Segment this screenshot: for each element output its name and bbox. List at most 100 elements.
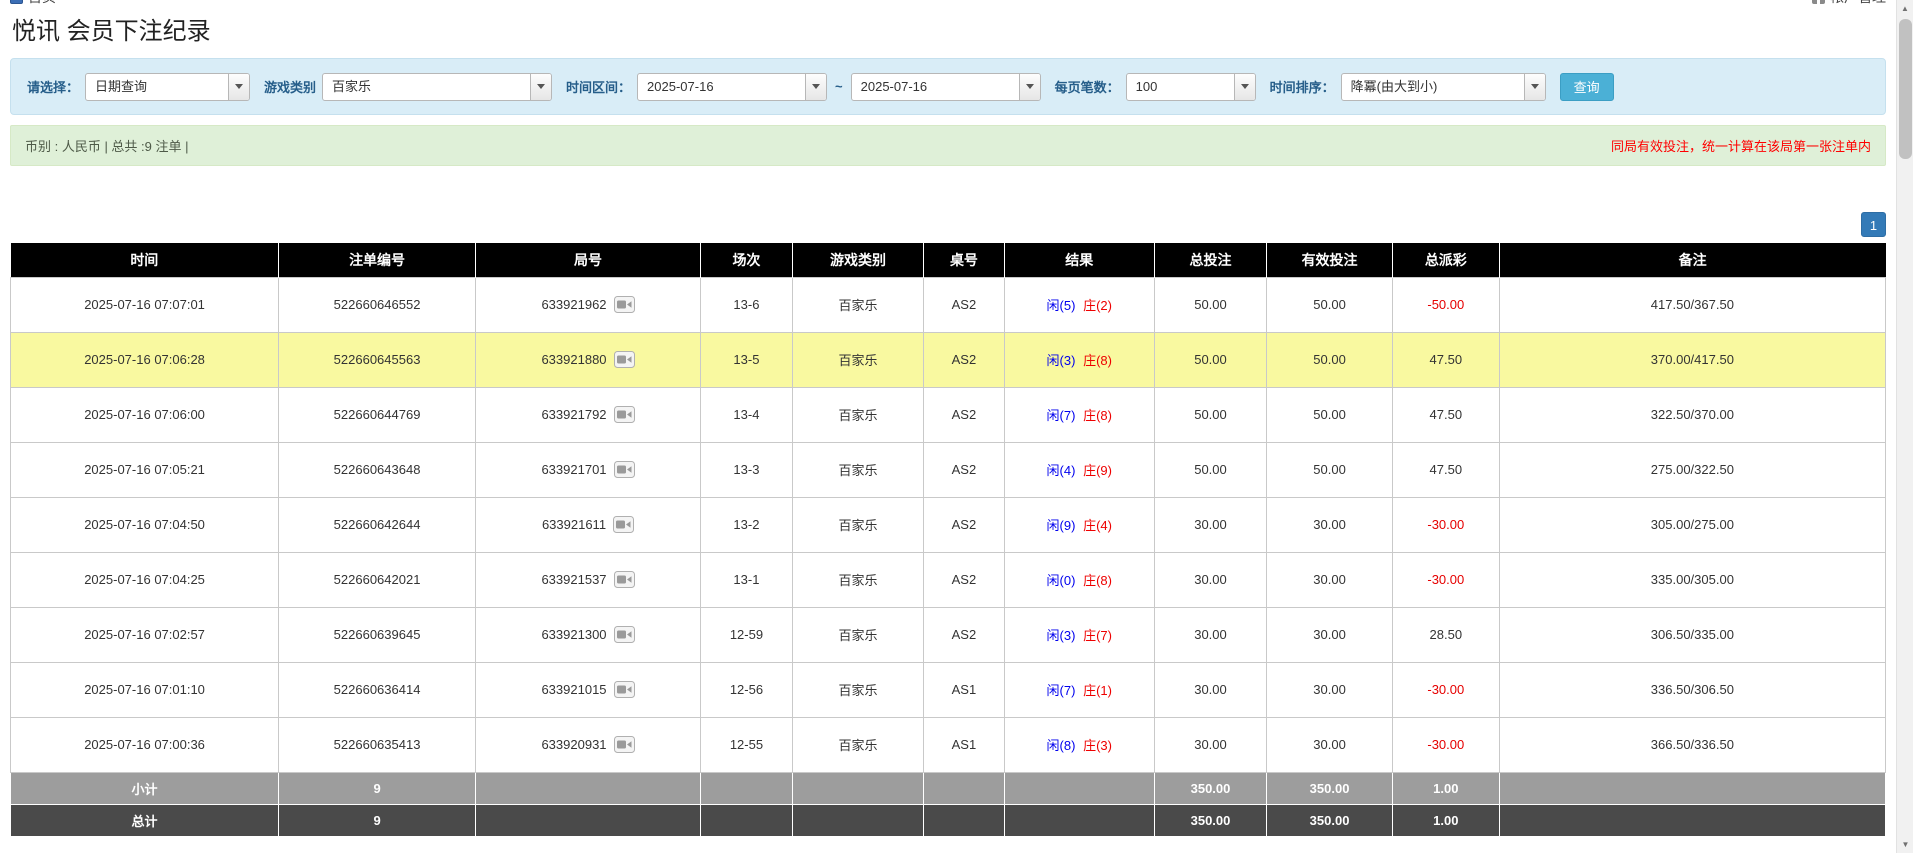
total-bet-link[interactable]: 50.00 (1154, 332, 1267, 387)
cell-bet-id: 522660644769 (279, 387, 476, 442)
date-from-select[interactable]: 2025-07-16 (637, 73, 827, 101)
round-number: 633921962 (541, 297, 606, 312)
search-button[interactable]: 查询 (1560, 73, 1614, 101)
cell-bet-id: 522660639645 (279, 607, 476, 662)
chevron-down-icon[interactable] (1524, 74, 1545, 100)
cell-session: 13-3 (701, 442, 793, 497)
cell-payout: 47.50 (1392, 387, 1499, 442)
total-bet-link[interactable]: 30.00 (1154, 497, 1267, 552)
column-header: 游戏类别 (792, 243, 923, 277)
column-header: 桌号 (924, 243, 1005, 277)
player-result: 闲(7) (1047, 408, 1076, 423)
total-bet-link[interactable]: 50.00 (1154, 277, 1267, 332)
game-replay-icon[interactable] (614, 626, 635, 643)
cell-time: 2025-07-16 07:00:36 (11, 717, 279, 772)
chevron-down-icon[interactable] (530, 74, 551, 100)
select-type-label: 请选择： (27, 77, 79, 96)
summary-bar: 币别 : 人民币 | 总共 :9 注单 | 同局有效投注，统一计算在该局第一张注… (10, 125, 1886, 166)
time-range-label: 时间区间： (566, 77, 631, 96)
filter-bar: 请选择： 日期查询 游戏类别 百家乐 时间区间： 2025-07-16 ~ 20… (10, 58, 1886, 115)
top-right-link[interactable]: 帐户管理 (1830, 0, 1886, 8)
total-bet-link[interactable]: 50.00 (1154, 387, 1267, 442)
table-row: 2025-07-16 07:02:57 522660639645 6339213… (11, 607, 1886, 662)
total-bet-link[interactable]: 30.00 (1154, 662, 1267, 717)
cell-note: 275.00/322.50 (1499, 442, 1885, 497)
banker-result: 庄(8) (1083, 353, 1112, 368)
cell-payout: -30.00 (1392, 552, 1499, 607)
page-size-select[interactable]: 100 (1126, 73, 1256, 101)
scrollbar-thumb[interactable] (1899, 19, 1912, 159)
date-to-select[interactable]: 2025-07-16 (851, 73, 1041, 101)
cell-session: 13-5 (701, 332, 793, 387)
cell-result: 闲(3) 庄(7) (1004, 607, 1154, 662)
game-replay-icon[interactable] (613, 516, 634, 533)
scroll-up-icon[interactable]: ▲ (1897, 0, 1913, 17)
apps-grid-icon[interactable] (1812, 0, 1825, 4)
cell-result: 闲(7) 庄(8) (1004, 387, 1154, 442)
total-bet-link[interactable]: 50.00 (1154, 442, 1267, 497)
game-replay-icon[interactable] (614, 736, 635, 753)
round-number: 633921611 (542, 517, 606, 532)
date-from-value: 2025-07-16 (638, 74, 805, 100)
cell-note: 335.00/305.00 (1499, 552, 1885, 607)
sort-order-select[interactable]: 降冪(由大到小) (1341, 73, 1546, 101)
sort-order-value: 降冪(由大到小) (1342, 74, 1524, 100)
round-number: 633921701 (541, 462, 606, 477)
cell-session: 13-2 (701, 497, 793, 552)
total-bet-link[interactable]: 30.00 (1154, 717, 1267, 772)
top-left-link[interactable]: 首页 (28, 0, 56, 8)
game-replay-icon[interactable] (614, 296, 635, 313)
top-nav-clipped: 首页 帐户管理 (10, 0, 1886, 9)
scroll-down-icon[interactable]: ▼ (1897, 836, 1913, 853)
player-result: 闲(0) (1047, 573, 1076, 588)
game-replay-icon[interactable] (614, 681, 635, 698)
game-replay-icon[interactable] (614, 351, 635, 368)
home-icon[interactable] (10, 0, 23, 4)
table-row: 2025-07-16 07:01:10 522660636414 6339210… (11, 662, 1886, 717)
table-row: 2025-07-16 07:06:28 522660645563 6339218… (11, 332, 1886, 387)
cell-result: 闲(7) 庄(1) (1004, 662, 1154, 717)
cell-payout: 47.50 (1392, 332, 1499, 387)
cell-game-type: 百家乐 (792, 607, 923, 662)
bet-records-table: 时间注单编号局号场次游戏类别桌号结果总投注有效投注总派彩备注 2025-07-1… (10, 243, 1886, 837)
banker-result: 庄(4) (1083, 518, 1112, 533)
banker-result: 庄(1) (1083, 683, 1112, 698)
chevron-down-icon[interactable] (1019, 74, 1040, 100)
date-range-tilde: ~ (835, 79, 843, 94)
banker-result: 庄(7) (1083, 628, 1112, 643)
total-bet-link[interactable]: 30.00 (1154, 607, 1267, 662)
cell-valid-bet: 50.00 (1267, 442, 1393, 497)
total-label: 总计 (11, 804, 279, 836)
pagination: 1 (10, 212, 1886, 237)
sort-order-label: 时间排序： (1270, 77, 1335, 96)
subtotal-valid-bet: 350.00 (1267, 772, 1393, 804)
game-type-select[interactable]: 百家乐 (322, 73, 552, 101)
cell-session: 12-56 (701, 662, 793, 717)
chevron-down-icon[interactable] (805, 74, 826, 100)
cell-round: 633920931 (476, 717, 701, 772)
round-number: 633921537 (541, 572, 606, 587)
game-replay-icon[interactable] (614, 461, 635, 478)
cell-round: 633921701 (476, 442, 701, 497)
cell-payout: -30.00 (1392, 662, 1499, 717)
game-replay-icon[interactable] (614, 571, 635, 588)
cell-valid-bet: 30.00 (1267, 607, 1393, 662)
date-to-value: 2025-07-16 (852, 74, 1019, 100)
total-bet-link[interactable]: 30.00 (1154, 552, 1267, 607)
chevron-down-icon[interactable] (1234, 74, 1255, 100)
banker-result: 庄(9) (1083, 463, 1112, 478)
cell-valid-bet: 50.00 (1267, 277, 1393, 332)
table-header-row: 时间注单编号局号场次游戏类别桌号结果总投注有效投注总派彩备注 (11, 243, 1886, 277)
query-type-select[interactable]: 日期查询 (85, 73, 250, 101)
page-button-1[interactable]: 1 (1861, 212, 1886, 237)
cell-bet-id: 522660642021 (279, 552, 476, 607)
table-row: 2025-07-16 07:07:01 522660646552 6339219… (11, 277, 1886, 332)
total-valid-bet: 350.00 (1267, 804, 1393, 836)
cell-note: 417.50/367.50 (1499, 277, 1885, 332)
game-replay-icon[interactable] (614, 406, 635, 423)
cell-payout: -50.00 (1392, 277, 1499, 332)
chevron-down-icon[interactable] (228, 74, 249, 100)
page-size-label: 每页笔数： (1055, 77, 1120, 96)
cell-bet-id: 522660643648 (279, 442, 476, 497)
scrollbar[interactable]: ▲ ▼ (1896, 0, 1913, 853)
